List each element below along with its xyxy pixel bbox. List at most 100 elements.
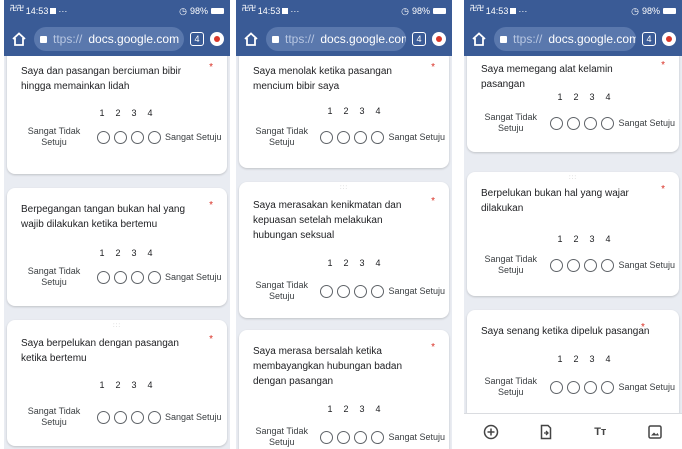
scale-numbers: 1234 xyxy=(557,354,611,364)
radio-option-3[interactable] xyxy=(131,130,144,144)
upload-icon[interactable] xyxy=(210,32,224,46)
phone-screen-2: ࿖࿖ 14:53 ··· ◷ 98% ttps://docs.google.com 4… xyxy=(236,0,452,449)
radio-option-2[interactable] xyxy=(337,430,351,444)
radio-option-4[interactable] xyxy=(148,410,161,424)
scale-low-label: Sangat Tidak Setuju xyxy=(484,254,537,275)
address-bar[interactable]: ttps://docs.google.com xyxy=(34,27,184,51)
radio-option-2[interactable] xyxy=(114,410,127,424)
phone-screen-3: ࿖࿖ 14:53 ··· ◷ 98% ttps://docs.google.com 4… xyxy=(464,0,682,449)
address-bar[interactable]: ttps://docs.google.com xyxy=(494,27,636,51)
radio-option-1[interactable] xyxy=(550,380,564,394)
import-questions-icon[interactable] xyxy=(537,423,555,441)
radio-option-3[interactable] xyxy=(131,410,144,424)
radio-option-2[interactable] xyxy=(337,284,351,298)
url-host: docs.google.com xyxy=(88,32,180,46)
radio-option-4[interactable] xyxy=(148,130,161,144)
add-question-icon[interactable] xyxy=(482,423,500,441)
scale-numbers: 1234 xyxy=(327,258,381,268)
tabs-icon[interactable]: 4 xyxy=(190,32,204,46)
radio-option-1[interactable] xyxy=(97,270,110,284)
lock-icon xyxy=(272,35,279,43)
radio-option-1[interactable] xyxy=(550,116,564,130)
scale-high-label: Sangat Setuju xyxy=(165,132,222,142)
scale-high-label: Sangat Setuju xyxy=(618,260,675,270)
radio-option-4[interactable] xyxy=(601,380,615,394)
question-card: Saya senang ketika dipeluk pasangan * 12… xyxy=(467,310,679,420)
battery-level: 98% xyxy=(411,6,430,16)
radio-option-3[interactable] xyxy=(354,130,368,144)
home-icon[interactable] xyxy=(10,30,28,48)
signal-icon: ࿖࿖ xyxy=(10,2,24,13)
question-card: Saya dan pasangan berciuman bibir hingga… xyxy=(7,56,227,174)
form-content: Saya dan pasangan berciuman bibir hingga… xyxy=(4,56,230,449)
home-icon[interactable] xyxy=(242,30,260,48)
linear-scale: Sangat Tidak Setuju Sangat Setuju xyxy=(475,376,675,398)
radio-option-1[interactable] xyxy=(97,130,110,144)
radio-option-2[interactable] xyxy=(337,130,351,144)
required-mark: * xyxy=(641,322,645,333)
radio-option-2[interactable] xyxy=(114,130,127,144)
drag-handle[interactable]: ::: xyxy=(340,185,348,191)
radio-option-2[interactable] xyxy=(114,270,127,284)
radio-option-4[interactable] xyxy=(371,284,385,298)
drag-handle[interactable]: ::: xyxy=(569,175,577,181)
question-card: ::: Saya berpelukan dengan pasangan keti… xyxy=(7,320,227,446)
home-icon[interactable] xyxy=(470,30,488,48)
radio-option-1[interactable] xyxy=(320,284,334,298)
battery-icon xyxy=(211,8,224,14)
radio-option-2[interactable] xyxy=(567,116,581,130)
linear-scale: Sangat Tidak Setuju Sangat Setuju xyxy=(15,266,223,288)
question-text: Berpelukan bukan hal yang wajar dilakuka… xyxy=(481,188,629,214)
required-mark: * xyxy=(431,196,435,207)
form-content: Saya menolak ketika pasangan mencium bib… xyxy=(236,56,452,449)
status-bar: ࿖࿖ 14:53 ··· ◷ 98% xyxy=(4,0,230,22)
browser-toolbar: ttps://docs.google.com 4 xyxy=(236,22,452,56)
radio-option-3[interactable] xyxy=(584,380,598,394)
signal-icon: ࿖࿖ xyxy=(242,2,256,13)
upload-icon[interactable] xyxy=(432,32,446,46)
radio-option-3[interactable] xyxy=(354,284,368,298)
drag-handle[interactable]: ::: xyxy=(113,323,121,329)
alarm-icon: ◷ xyxy=(401,5,409,16)
upload-icon[interactable] xyxy=(662,32,676,46)
radio-option-4[interactable] xyxy=(601,258,615,272)
scale-high-label: Sangat Setuju xyxy=(165,412,222,422)
linear-scale: Sangat Tidak Setuju Sangat Setuju xyxy=(475,254,675,276)
url-host: docs.google.com xyxy=(548,32,636,46)
radio-option-3[interactable] xyxy=(131,270,144,284)
tabs-icon[interactable]: 4 xyxy=(412,32,426,46)
add-image-icon[interactable] xyxy=(646,423,664,441)
battery-level: 98% xyxy=(641,6,660,16)
clock: 14:53 xyxy=(257,6,281,16)
required-mark: * xyxy=(431,342,435,353)
question-text: Saya menolak ketika pasangan mencium bib… xyxy=(253,66,392,92)
radio-option-2[interactable] xyxy=(567,380,581,394)
scale-low-label: Sangat Tidak Setuju xyxy=(484,112,537,133)
address-bar[interactable]: ttps://docs.google.com xyxy=(266,27,406,51)
required-mark: * xyxy=(209,334,213,345)
radio-option-1[interactable] xyxy=(97,410,110,424)
scale-high-label: Sangat Setuju xyxy=(618,118,675,128)
radio-option-1[interactable] xyxy=(320,430,334,444)
question-card: ::: Saya merasakan kenikmatan dan kepuas… xyxy=(239,182,449,318)
editor-bottom-toolbar: Tт xyxy=(464,413,682,449)
add-title-icon[interactable]: Tт xyxy=(591,423,609,441)
radio-option-3[interactable] xyxy=(584,116,598,130)
radio-option-1[interactable] xyxy=(320,130,334,144)
radio-option-4[interactable] xyxy=(601,116,615,130)
scale-numbers: 1234 xyxy=(327,404,381,414)
radio-option-4[interactable] xyxy=(371,430,385,444)
scale-high-label: Sangat Setuju xyxy=(388,286,445,296)
tabs-icon[interactable]: 4 xyxy=(642,32,656,46)
radio-option-4[interactable] xyxy=(371,130,385,144)
scale-numbers: 1234 xyxy=(557,234,611,244)
question-text: Saya berpelukan dengan pasangan ketika b… xyxy=(21,338,179,364)
radio-option-1[interactable] xyxy=(550,258,564,272)
radio-option-3[interactable] xyxy=(584,258,598,272)
scale-numbers: 1234 xyxy=(99,108,153,118)
radio-option-4[interactable] xyxy=(148,270,161,284)
required-mark: * xyxy=(661,60,665,71)
question-text: Saya dan pasangan berciuman bibir hingga… xyxy=(21,66,182,92)
radio-option-3[interactable] xyxy=(354,430,368,444)
radio-option-2[interactable] xyxy=(567,258,581,272)
